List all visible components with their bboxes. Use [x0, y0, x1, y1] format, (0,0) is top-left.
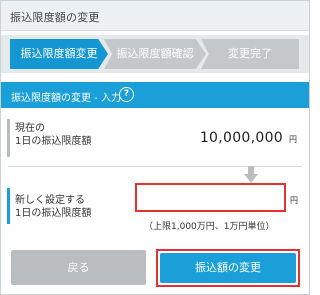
- back-button[interactable]: 戻る: [11, 250, 146, 285]
- new-limit-input-highlight: [135, 183, 286, 212]
- section-header: 振込限度額の変更 - 入力 ?: [1, 82, 309, 108]
- step-confirm: 振込限度額確認: [104, 39, 206, 69]
- current-limit-row: 現在の 1日の振込限度額 10,000,000 円: [1, 116, 309, 164]
- page-title: 振込限度額の変更: [10, 11, 100, 24]
- arrow-down-icon: [244, 166, 258, 183]
- new-limit-label: 新しく設定する 1日の振込限度額: [15, 195, 92, 219]
- submit-button-highlight: 振込額の変更: [156, 249, 300, 287]
- current-limit-unit: 円: [289, 135, 297, 144]
- new-limit-unit: 円: [290, 196, 298, 205]
- step-change: 振込限度額変更: [10, 39, 108, 69]
- section-title: 振込限度額の変更 - 入力: [11, 93, 121, 104]
- step-indicator: 振込限度額変更 振込限度額確認 変更完了: [1, 35, 309, 73]
- step-complete: 変更完了: [201, 39, 299, 69]
- title-bar: 振込限度額の変更: [1, 1, 309, 31]
- question-circle-icon[interactable]: ?: [119, 87, 134, 102]
- new-limit-marker: [7, 188, 10, 224]
- current-limit-value: 10,000,000: [199, 130, 283, 146]
- new-limit-note: （上限1,000万円、1万円単位）: [144, 222, 275, 232]
- current-limit-label: 現在の 1日の振込限度額: [15, 123, 92, 147]
- new-limit-input[interactable]: [140, 188, 283, 209]
- change-limit-button[interactable]: 振込額の変更: [160, 253, 296, 283]
- current-limit-marker: [7, 119, 10, 157]
